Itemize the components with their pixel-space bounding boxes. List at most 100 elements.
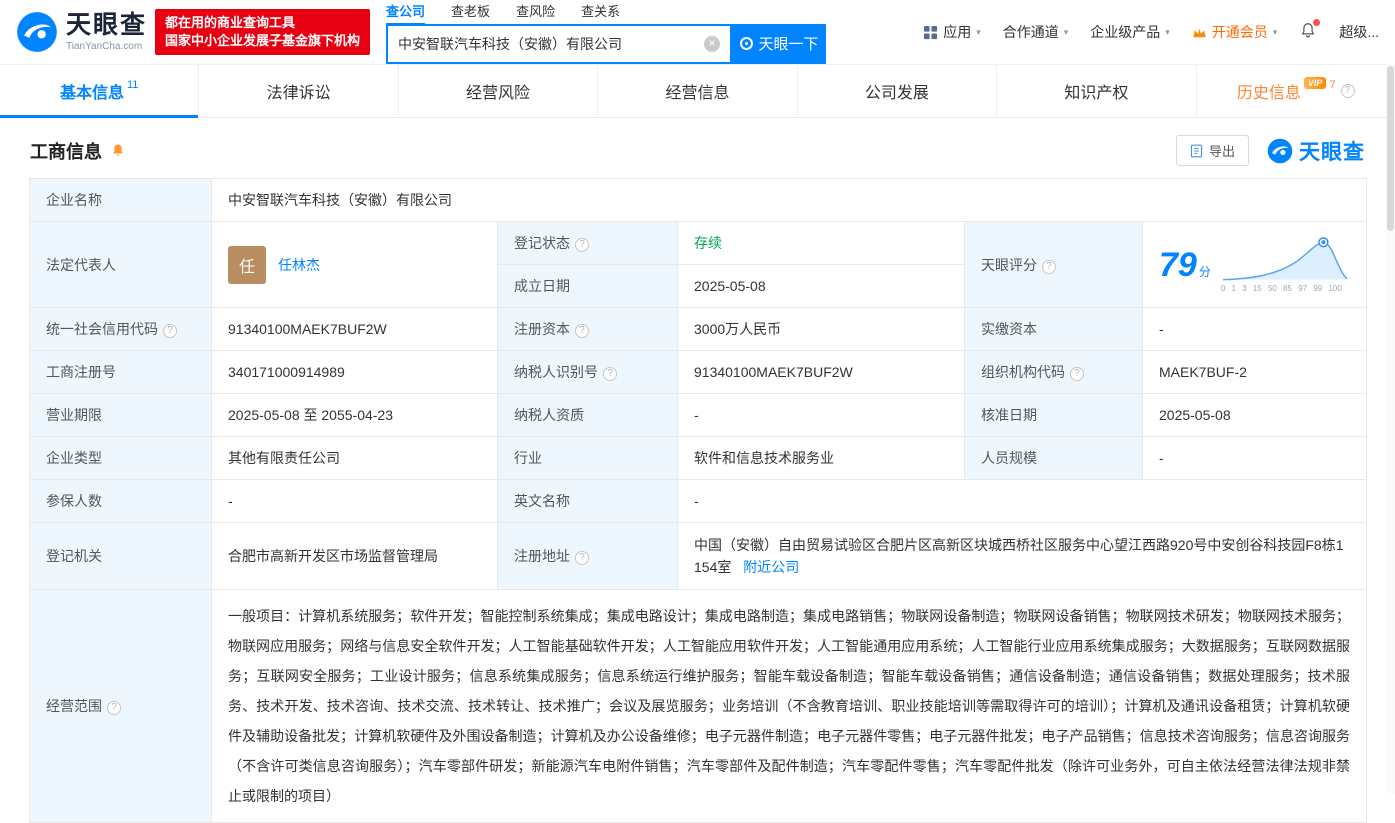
- label-business-term: 营业期限: [29, 393, 212, 437]
- search-button-label: 天眼一下: [758, 36, 819, 53]
- score-value: 79 分: [1159, 248, 1211, 282]
- search-tab-relation[interactable]: 查关系: [581, 1, 620, 23]
- tab-legal-proceedings[interactable]: 法律诉讼: [199, 65, 399, 117]
- field-value: 中安智联汽车科技（安徽）有限公司: [228, 192, 452, 208]
- table-row: 法定代表人 任 任林杰 登记状态 存续 天眼评分 79分: [29, 221, 1368, 308]
- tianyancha-logo[interactable]: 天眼查 TianYanCha.com: [16, 11, 147, 53]
- clear-search-icon[interactable]: [704, 35, 721, 52]
- field-label: 注册资本: [514, 321, 570, 337]
- field-label: 工商注册号: [46, 364, 116, 380]
- info-icon[interactable]: [1042, 259, 1056, 274]
- info-icon[interactable]: [107, 701, 121, 715]
- field-label: 核准日期: [981, 407, 1037, 423]
- nav-enterprise-label: 企业级产品: [1090, 24, 1161, 40]
- field-value: 340171000914989: [228, 364, 345, 380]
- label-tyc-score: 天眼评分: [964, 221, 1143, 308]
- value-reg-address: 中国（安徽）自由贸易试验区合肥片区高新区块城西桥社区服务中心望江西路920号中安…: [676, 522, 1368, 590]
- label-reg-address: 注册地址: [497, 522, 678, 590]
- value-establish-date: 2025-05-08: [677, 264, 965, 308]
- value-taxpayer-id: 91340100MAEK7BUF2W: [677, 350, 965, 394]
- nav-vip[interactable]: 开通会员: [1192, 22, 1278, 42]
- label-reg-capital: 注册资本: [497, 307, 678, 351]
- value-insured-count: -: [211, 479, 498, 523]
- nav-enterprise[interactable]: 企业级产品: [1090, 22, 1170, 42]
- table-row: 企业名称 中安智联汽车科技（安徽）有限公司: [29, 178, 1368, 222]
- field-value: 91340100MAEK7BUF2W: [694, 364, 853, 380]
- legal-rep-link[interactable]: 任林杰: [278, 255, 320, 275]
- export-label: 导出: [1208, 144, 1235, 159]
- user-menu[interactable]: 超级...: [1339, 22, 1379, 42]
- info-icon[interactable]: [575, 551, 589, 565]
- field-value: 2025-05-08 至 2055-04-23: [228, 407, 394, 423]
- table-row: 统一社会信用代码 91340100MAEK7BUF2W 注册资本 3000万人民…: [29, 307, 1368, 351]
- scrollbar-thumb[interactable]: [1387, 66, 1394, 231]
- subscribe-bell-icon[interactable]: [110, 142, 126, 159]
- tab-company-development[interactable]: 公司发展: [798, 65, 998, 117]
- search-tab-company[interactable]: 查公司: [386, 1, 426, 25]
- table-row: 登记机关 合肥市高新开发区市场监督管理局 注册地址 中国（安徽）自由贸易试验区合…: [29, 522, 1368, 590]
- tab-basic-info[interactable]: 基本信息 11: [0, 65, 200, 118]
- tab-history-info[interactable]: 历史信息 VIP 7: [1197, 65, 1395, 117]
- search-tab-boss[interactable]: 查老板: [451, 1, 490, 23]
- field-value: 2025-05-08: [1159, 407, 1231, 423]
- value-reg-authority: 合肥市高新开发区市场监督管理局: [211, 522, 498, 590]
- tab-operating-risk[interactable]: 经营风险: [399, 65, 599, 117]
- field-value: 一般项目：计算机系统服务；软件开发；智能控制系统集成；集成电路设计；集成电路制造…: [228, 608, 1351, 804]
- value-taxpayer-quality: -: [677, 393, 965, 437]
- field-value: -: [1159, 321, 1164, 337]
- export-button[interactable]: 导出: [1175, 135, 1249, 166]
- tab-intellectual-property[interactable]: 知识产权: [997, 65, 1197, 117]
- field-value: 其他有限责任公司: [228, 450, 340, 466]
- info-icon[interactable]: [575, 238, 589, 252]
- label-industry: 行业: [497, 436, 678, 480]
- value-credit-code: 91340100MAEK7BUF2W: [211, 307, 498, 351]
- legal-rep-avatar: 任: [228, 245, 266, 284]
- tab-label: 公司发展: [864, 85, 929, 102]
- nearby-companies-link[interactable]: 附近公司: [743, 559, 799, 575]
- field-label: 企业类型: [46, 450, 102, 466]
- search-area: 查公司 查老板 查风险 查关系 天眼一下: [386, 1, 827, 64]
- field-value: 软件和信息技术服务业: [694, 450, 834, 466]
- value-english-name: -: [676, 479, 1368, 523]
- nav-cooperation[interactable]: 合作通道: [1003, 22, 1069, 42]
- value-reg-number: 340171000914989: [211, 350, 498, 394]
- value-reg-status: 存续: [677, 221, 965, 265]
- label-paid-capital: 实缴资本: [964, 307, 1143, 351]
- info-icon[interactable]: [603, 367, 617, 381]
- field-label: 经营范围: [46, 698, 102, 714]
- promo-line2: 国家中小企业发展子基金旗下机构: [165, 33, 361, 48]
- info-icon[interactable]: [1070, 367, 1084, 381]
- field-value: 91340100MAEK7BUF2W: [228, 321, 387, 337]
- info-icon[interactable]: [575, 324, 589, 338]
- brand-domain: TianYanCha.com: [66, 40, 143, 52]
- promo-banner: 都在用的商业查询工具 国家中小企业发展子基金旗下机构: [155, 9, 371, 55]
- tab-label: 法律诉讼: [266, 85, 331, 102]
- search-input[interactable]: [398, 35, 705, 52]
- tab-operating-info[interactable]: 经营信息: [598, 65, 798, 117]
- field-value: 2025-05-08: [694, 278, 766, 294]
- scrollbar-track[interactable]: [1386, 64, 1395, 793]
- chevron-down-icon: [1165, 27, 1170, 38]
- crown-icon: [1193, 27, 1206, 37]
- value-staff-size: -: [1141, 436, 1368, 480]
- search-button[interactable]: 天眼一下: [732, 23, 827, 64]
- tianyancha-watermark[interactable]: 天眼查: [1267, 136, 1365, 166]
- field-label: 成立日期: [514, 278, 570, 294]
- score-unit: 分: [1198, 264, 1211, 279]
- info-icon[interactable]: [163, 324, 177, 338]
- notifications-bell[interactable]: [1299, 19, 1321, 43]
- field-label: 登记机关: [46, 548, 102, 564]
- nav-apps[interactable]: 应用: [923, 22, 981, 42]
- field-label: 参保人数: [46, 493, 102, 509]
- field-value: -: [694, 493, 699, 509]
- business-info-table: 企业名称 中安智联汽车科技（安徽）有限公司 法定代表人 任 任林杰 登记状态 存…: [29, 178, 1368, 823]
- field-label: 纳税人识别号: [514, 364, 598, 380]
- user-name: 超级...: [1339, 24, 1379, 40]
- info-icon[interactable]: [1340, 84, 1355, 98]
- label-taxpayer-quality: 纳税人资质: [497, 393, 678, 437]
- value-industry: 软件和信息技术服务业: [677, 436, 965, 480]
- label-company-type: 企业类型: [29, 436, 212, 480]
- value-business-scope: 一般项目：计算机系统服务；软件开发；智能控制系统集成；集成电路设计；集成电路制造…: [210, 589, 1368, 823]
- search-tab-risk[interactable]: 查风险: [516, 1, 555, 23]
- tab-label: 经营信息: [665, 85, 730, 102]
